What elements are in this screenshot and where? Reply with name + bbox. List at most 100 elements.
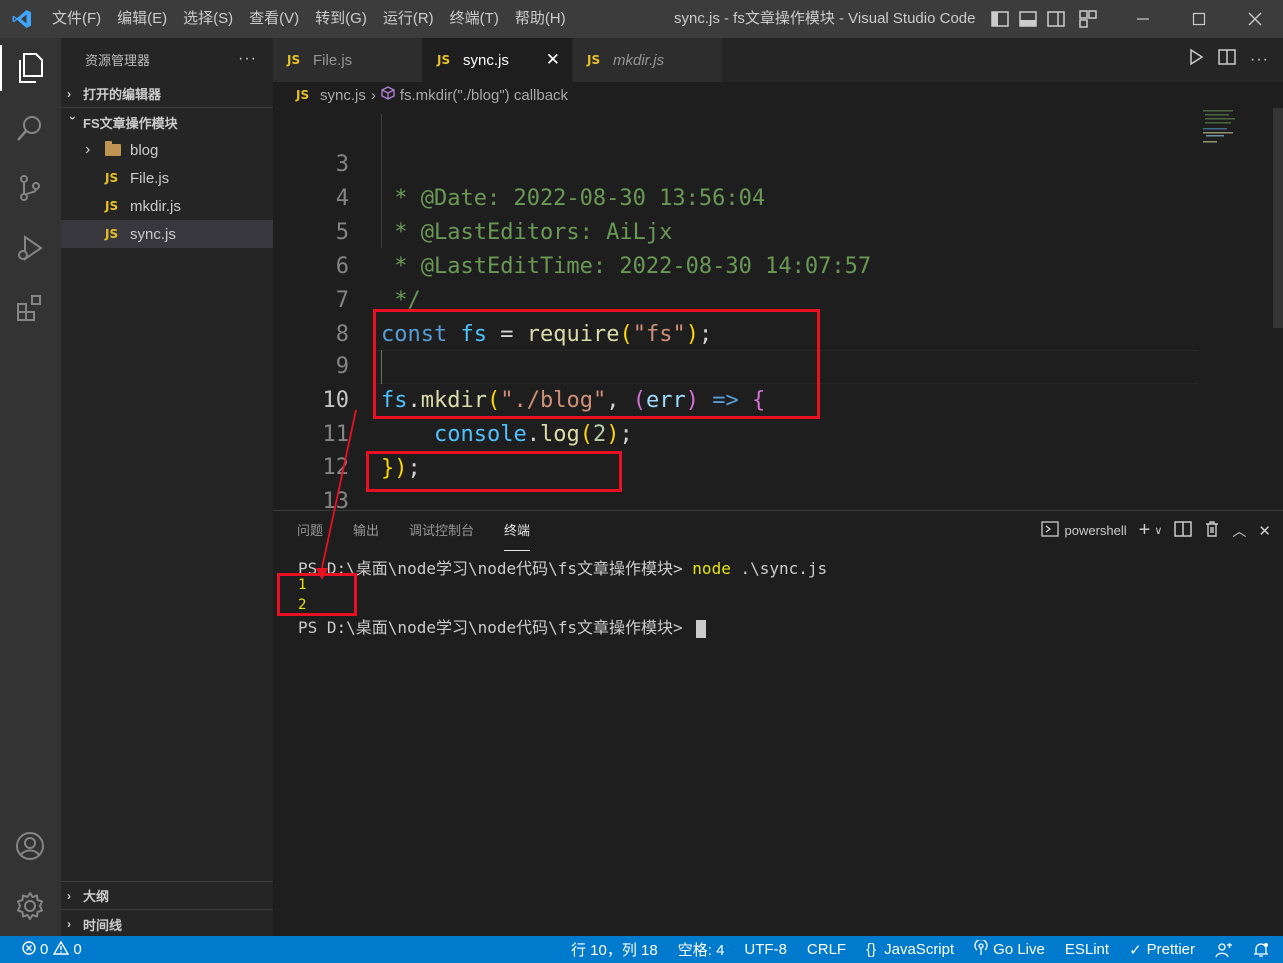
activity-bar	[0, 38, 61, 936]
tree-item-label: sync.js	[130, 225, 176, 243]
toggle-panel-icon[interactable]	[1018, 9, 1038, 29]
timeline-section[interactable]: › 时间线	[61, 910, 273, 938]
more-actions-icon[interactable]: ···	[1250, 51, 1269, 69]
account-icon[interactable]	[10, 826, 50, 866]
explorer-icon[interactable]	[10, 48, 50, 88]
tab-mkdir-js[interactable]: JS mkdir.js	[573, 38, 723, 82]
breadcrumb-file[interactable]: sync.js	[320, 87, 366, 104]
warning-icon	[53, 940, 70, 959]
code-line: 12	[322, 455, 350, 480]
broadcast-icon	[974, 938, 988, 960]
close-window-icon[interactable]	[1227, 0, 1283, 38]
tab-sync-js[interactable]: JS sync.js ✕	[423, 38, 573, 82]
language-mode[interactable]: {} JavaScript	[866, 941, 954, 958]
end-of-line[interactable]: CRLF	[807, 941, 846, 958]
maximize-icon[interactable]	[1171, 0, 1227, 38]
tab-terminal[interactable]: 终端	[504, 511, 531, 551]
more-actions-icon[interactable]: ···	[238, 50, 257, 68]
close-panel-icon[interactable]: ✕	[1258, 522, 1271, 540]
indentation[interactable]: 空格: 4	[678, 939, 725, 960]
js-file-icon: JS	[287, 53, 301, 67]
tree-item-file-js[interactable]: JS File.js	[61, 164, 273, 192]
terminal-line: PS D:\桌面\node学习\node代码\fs文章操作模块> node .\…	[298, 559, 828, 578]
go-live[interactable]: Go Live	[974, 938, 1045, 960]
tree-item-sync-js[interactable]: JS sync.js	[61, 220, 273, 248]
breadcrumb-symbol[interactable]: fs.mkdir("./blog") callback	[400, 87, 568, 104]
search-icon[interactable]	[10, 108, 50, 148]
explorer-sidebar: 资源管理器 ··· › 打开的编辑器 › FS文章操作模块 › blog JS …	[61, 38, 273, 936]
menu-edit[interactable]: 编辑(E)	[109, 0, 175, 38]
trash-icon[interactable]	[1204, 520, 1220, 541]
menu-view[interactable]: 查看(V)	[241, 0, 307, 38]
tree-item-blog[interactable]: › blog	[61, 136, 273, 164]
encoding[interactable]: UTF-8	[744, 941, 787, 958]
customize-layout-icon[interactable]	[1078, 9, 1098, 29]
new-terminal-icon[interactable]: +	[1139, 519, 1151, 542]
split-terminal-icon[interactable]	[1174, 520, 1193, 541]
menu-go[interactable]: 转到(G)	[307, 0, 375, 38]
tab-problems[interactable]: 问题	[297, 511, 323, 551]
maximize-panel-icon[interactable]: ︿	[1232, 521, 1246, 541]
status-bar-right: 行 10，列 18 空格: 4 UTF-8 CRLF {} JavaScript …	[571, 936, 1269, 963]
problems-status[interactable]: 0 0	[0, 940, 82, 959]
close-icon[interactable]: ✕	[546, 50, 560, 70]
js-file-icon: JS	[105, 227, 119, 241]
bottom-panel: 问题 输出 调试控制台 终端 powershell + ∨ ︿ ✕ PS D:\…	[273, 510, 1283, 936]
sidebar-title: 资源管理器	[85, 52, 151, 68]
open-editors-label: 打开的编辑器	[83, 87, 162, 102]
chevron-down-icon[interactable]: ∨	[1154, 524, 1162, 537]
tab-label: File.js	[313, 51, 353, 69]
js-file-icon: JS	[437, 53, 451, 67]
split-editor-icon[interactable]	[1218, 48, 1236, 71]
open-editors-section[interactable]: › 打开的编辑器	[61, 80, 273, 108]
chevron-right-icon: ›	[85, 141, 91, 158]
tab-output[interactable]: 输出	[353, 511, 379, 551]
run-debug-icon[interactable]	[10, 228, 50, 268]
editor-scrollbar[interactable]	[1273, 108, 1283, 328]
source-control-icon[interactable]	[10, 168, 50, 208]
terminal-shell-name[interactable]: powershell	[1065, 523, 1127, 538]
cursor-position[interactable]: 行 10，列 18	[571, 939, 658, 960]
run-file-icon[interactable]	[1188, 48, 1204, 71]
folder-icon	[105, 141, 121, 156]
feedback-icon[interactable]	[1215, 942, 1233, 958]
timeline-label: 时间线	[83, 917, 123, 933]
status-bar: 0 0 行 10，列 18 空格: 4 UTF-8 CRLF {} JavaScr…	[0, 936, 1283, 963]
minimap[interactable]	[1203, 108, 1267, 148]
sidebar-header: 资源管理器 ···	[61, 38, 273, 80]
outline-section[interactable]: › 大纲	[61, 882, 273, 910]
extensions-icon[interactable]	[10, 288, 50, 328]
outline-label: 大纲	[83, 889, 110, 904]
terminal-line: PS D:\桌面\node学习\node代码\fs文章操作模块>	[298, 614, 707, 638]
eslint-status[interactable]: ESLint	[1065, 941, 1109, 958]
toggle-sidebar-icon[interactable]	[990, 9, 1010, 29]
tree-item-mkdir-js[interactable]: JS mkdir.js	[61, 192, 273, 220]
cube-icon	[381, 86, 395, 104]
menu-run[interactable]: 运行(R)	[375, 0, 442, 38]
error-icon	[22, 940, 36, 959]
js-file-icon: JS	[296, 88, 310, 102]
menu-help[interactable]: 帮助(H)	[507, 0, 574, 38]
tab-file-js[interactable]: JS File.js	[273, 38, 423, 82]
chevron-down-icon: ›	[66, 116, 80, 120]
menu-file[interactable]: 文件(F)	[44, 0, 109, 38]
menu-selection[interactable]: 选择(S)	[175, 0, 241, 38]
tab-label: sync.js	[463, 51, 509, 69]
tab-debug-console[interactable]: 调试控制台	[409, 511, 474, 551]
chevron-right-icon: ›	[370, 86, 376, 104]
layout-controls	[990, 9, 1098, 29]
active-indicator	[0, 45, 2, 91]
terminal-shell-icon	[1040, 521, 1059, 540]
toggle-secondary-sidebar-icon[interactable]	[1046, 9, 1066, 29]
code-line: 3 * @Date: 2022-08-30 13:56:04	[335, 152, 766, 211]
chevron-right-icon: ›	[67, 888, 71, 903]
prettier-status[interactable]: ✓ Prettier	[1129, 941, 1195, 959]
annotation-box-output	[277, 573, 357, 616]
folder-section[interactable]: › FS文章操作模块	[61, 108, 273, 136]
settings-gear-icon[interactable]	[10, 886, 50, 926]
vscode-logo-icon	[0, 0, 44, 38]
minimize-icon[interactable]	[1115, 0, 1171, 38]
annotation-box-console-log	[366, 451, 622, 492]
menu-terminal[interactable]: 终端(T)	[442, 0, 507, 38]
notifications-bell-icon[interactable]	[1253, 942, 1269, 958]
